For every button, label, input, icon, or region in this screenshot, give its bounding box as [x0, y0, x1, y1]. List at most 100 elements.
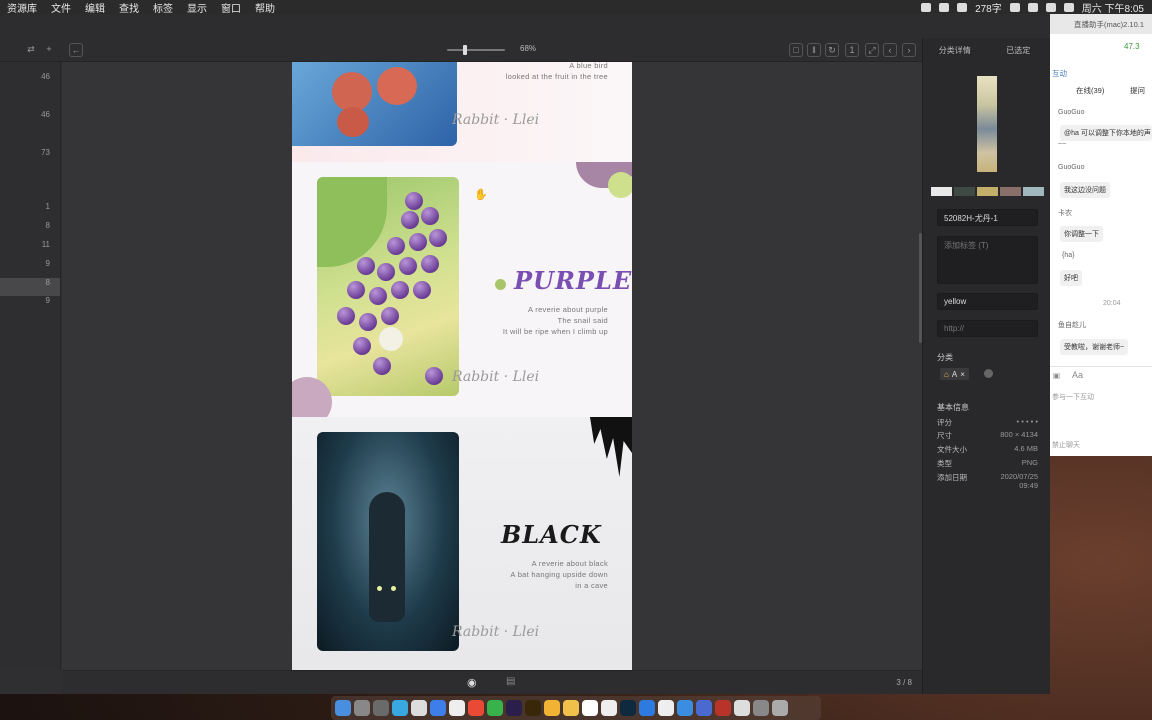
app-icon[interactable] — [658, 700, 674, 716]
app-icon[interactable] — [696, 700, 712, 716]
app-icon[interactable] — [715, 700, 731, 716]
grape — [387, 237, 405, 255]
color-swatch[interactable] — [977, 187, 998, 196]
sketch-icon[interactable] — [544, 700, 560, 716]
chat-message: 我这边没问题 — [1060, 182, 1110, 198]
battery-icon[interactable] — [1063, 2, 1074, 12]
menu-library[interactable]: 资源库 — [0, 0, 44, 15]
color-swatch[interactable] — [931, 187, 952, 196]
font-icon[interactable]: Aa — [1072, 370, 1083, 380]
window-titlebar — [0, 14, 1050, 38]
clock[interactable]: 周六 下午8:05 — [1082, 0, 1144, 15]
actual-size-icon[interactable]: 1 — [845, 43, 859, 57]
tab-category-details[interactable]: 分类详情 — [923, 45, 987, 56]
swap-icon[interactable]: ⇄ — [24, 43, 38, 57]
menu-window[interactable]: 窗口 — [214, 0, 248, 15]
status-icon-1[interactable] — [921, 2, 932, 12]
add-category-icon[interactable] — [984, 369, 993, 378]
image-thumbnail[interactable] — [977, 76, 997, 172]
signature: Rabbit · Llei — [452, 369, 540, 385]
menu-edit[interactable]: 编辑 — [78, 0, 112, 15]
zoom-slider-knob[interactable] — [463, 45, 467, 55]
trash-icon[interactable] — [772, 700, 788, 716]
preview-icon[interactable] — [449, 700, 465, 716]
tab-online[interactable]: 在线(39) — [1076, 85, 1104, 96]
fit-icon[interactable]: □ — [789, 43, 803, 57]
mute-chat-toggle[interactable]: 禁止聊天 — [1052, 440, 1080, 450]
live-assistant-window: 直播助手(mac)2.10.1 47.3 互动 在线(39) 提问 GuoGuo… — [1050, 14, 1152, 456]
status-icon-3[interactable] — [957, 2, 968, 12]
tags-input[interactable]: 添加标签 (T) — [937, 236, 1038, 284]
app-icon[interactable] — [753, 700, 769, 716]
filename-field[interactable]: 52082H-尤丹-1 — [937, 209, 1038, 226]
app-icon[interactable] — [734, 700, 750, 716]
safari-icon[interactable] — [430, 700, 446, 716]
app-icon[interactable] — [411, 700, 427, 716]
menu-tags[interactable]: 标签 — [146, 0, 180, 15]
comment-icon[interactable]: ▤ — [506, 676, 515, 687]
url-input[interactable]: http:// — [937, 320, 1038, 337]
app-icon[interactable] — [563, 700, 579, 716]
finder-icon[interactable] — [335, 700, 351, 716]
menubar: 资源库 文件 编辑 查找 标签 显示 窗口 帮助 278字 周六 下午8:05 — [0, 0, 1152, 15]
gutter-count: 8 — [45, 278, 50, 287]
menu-help[interactable]: 帮助 — [248, 0, 282, 15]
photoshop-icon[interactable] — [620, 700, 636, 716]
gutter-count: 8 — [45, 221, 50, 230]
after-effects-icon[interactable] — [506, 700, 522, 716]
tab-question[interactable]: 提问 — [1130, 85, 1145, 96]
menu-view[interactable]: 显示 — [180, 0, 214, 15]
section-black: BLACK A reverie about black A bat hangin… — [292, 417, 632, 670]
app-icon[interactable] — [601, 700, 617, 716]
chat-input[interactable]: 参与一下互动 — [1052, 392, 1094, 402]
app-icon[interactable] — [487, 700, 503, 716]
app-icon[interactable] — [639, 700, 655, 716]
add-icon[interactable]: + — [42, 43, 56, 57]
wifi-icon[interactable] — [1027, 2, 1038, 12]
bluebird-illustration — [292, 62, 457, 146]
color-swatch[interactable] — [954, 187, 975, 196]
grape — [425, 367, 443, 385]
word-count: 278字 — [975, 3, 1002, 15]
scrollbar[interactable] — [919, 233, 922, 343]
telegram-icon[interactable] — [392, 700, 408, 716]
fullscreen-icon[interactable]: ⤢ — [865, 43, 879, 57]
caption-line: A blue bird — [569, 62, 608, 70]
app-icon[interactable] — [677, 700, 693, 716]
tab-selected[interactable]: 已选定 — [987, 45, 1051, 56]
menu-file[interactable]: 文件 — [44, 0, 78, 15]
app-icon[interactable] — [582, 700, 598, 716]
image-icon[interactable]: ▣ — [1053, 371, 1060, 380]
color-swatch[interactable] — [1023, 187, 1044, 196]
back-button[interactable]: ← — [69, 43, 83, 57]
inspector-tabs: 分类详情 已选定 — [923, 38, 1050, 62]
snail-shell — [379, 327, 403, 351]
category-tag[interactable]: ⌂ A × — [940, 368, 969, 380]
rotate-icon[interactable]: ↻ — [825, 43, 839, 57]
chrome-icon[interactable] — [468, 700, 484, 716]
illustrator-icon[interactable] — [525, 700, 541, 716]
grape — [373, 357, 391, 375]
fruit-shape — [377, 67, 417, 105]
close-icon[interactable]: × — [960, 370, 965, 379]
left-gutter: 46 46 73 1 8 11 9 8 9 — [0, 62, 61, 670]
rating-stars[interactable]: • • • • • — [1017, 417, 1038, 428]
section-purple: PURPLE A reverie about purple The snail … — [292, 162, 632, 427]
display-icon[interactable] — [1009, 2, 1020, 12]
columns-icon[interactable]: ‖ — [807, 43, 821, 57]
volume-icon[interactable] — [1045, 2, 1056, 12]
menu-find[interactable]: 查找 — [112, 0, 146, 15]
status-icon-2[interactable] — [939, 2, 950, 12]
gutter-count: 46 — [41, 110, 50, 119]
toolbar: ⇄ + ← 68% □ ‖ ↻ 1 ⤢ ‹ › — [0, 38, 922, 62]
preview-image[interactable]: A blue bird looked at the fruit in the t… — [292, 62, 632, 670]
app-icon[interactable] — [373, 700, 389, 716]
eye-icon[interactable]: ◉ — [467, 676, 477, 689]
next-button[interactable]: › — [902, 43, 916, 57]
zoom-slider[interactable] — [447, 45, 505, 55]
launchpad-icon[interactable] — [354, 700, 370, 716]
note-field[interactable]: yellow — [937, 293, 1038, 310]
info-label: 添加日期 — [937, 473, 967, 482]
color-swatch[interactable] — [1000, 187, 1021, 196]
prev-button[interactable]: ‹ — [883, 43, 897, 57]
